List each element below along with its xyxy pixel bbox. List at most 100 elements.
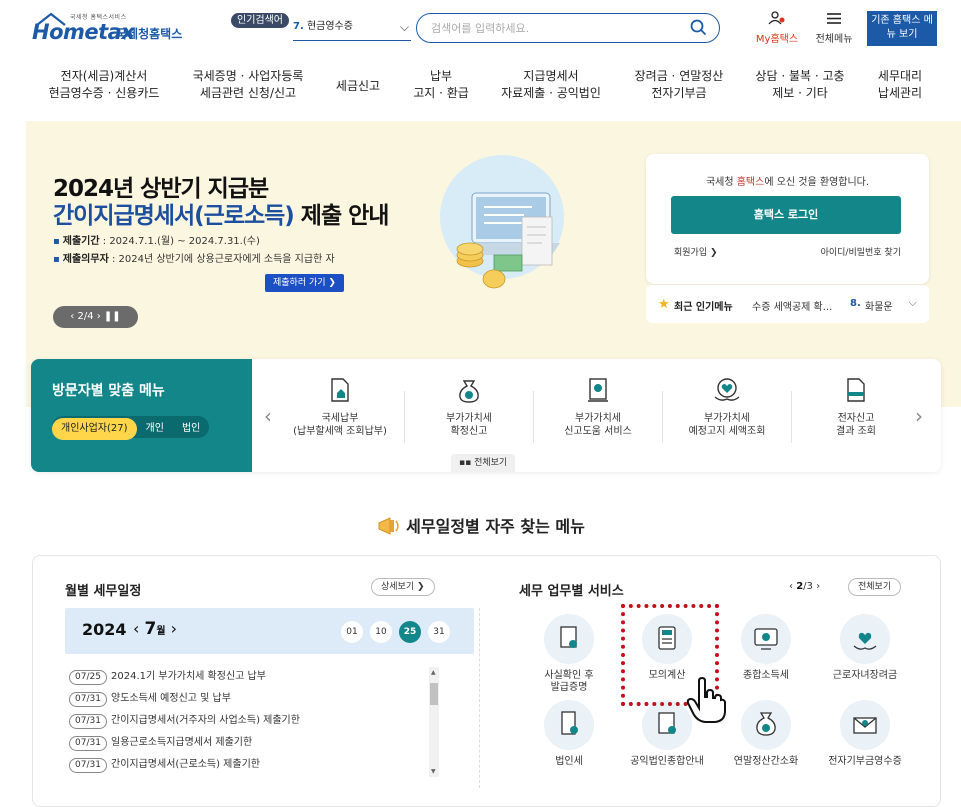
scroll-down-icon[interactable]: ▼ (431, 768, 436, 775)
schedule-text: 일용근로소득지급명세서 제출기한 (111, 737, 253, 748)
megaphone-icon (378, 517, 399, 535)
gnb-incentive[interactable]: 장려금 · 연말정산 전자기부금 (628, 68, 730, 102)
day-chip-active[interactable]: 25 (399, 621, 421, 643)
document-search-icon (544, 614, 594, 664)
gnb-payment-statement[interactable]: 지급명세서 자료제출 · 공익법인 (495, 68, 607, 102)
recent-menu-item[interactable]: 수증 세액공제 확... (752, 298, 832, 313)
service-income-tax[interactable]: 종합소득세 (716, 614, 816, 682)
chevron-left-icon[interactable]: ‹ (264, 404, 272, 428)
detail-view-button[interactable]: 상세보기 ❯ (371, 578, 435, 596)
gnb-line: 상담 · 불복 · 고충 (755, 69, 845, 83)
service-fact-certificate[interactable]: 사실확인 후 발급증명 (519, 614, 619, 694)
visitor-item-vat-final[interactable]: 부가가치세 확정신고 (405, 377, 533, 438)
visitor-item-vat-help[interactable]: 부가가치세 신고도움 서비스 (534, 377, 662, 438)
search-box (416, 13, 720, 43)
service-label: 사실확인 후 발급증명 (544, 670, 594, 693)
find-account-link[interactable]: 아이디/비밀번호 찾기 (821, 245, 901, 258)
gnb-payment[interactable]: 납부 고지 · 환급 (407, 68, 475, 102)
main-navigation: 전자(세금)계산서 현금영수증 · 신용카드 국세증명 · 사업자등록 세금관련… (0, 68, 961, 118)
gnb-certificate[interactable]: 국세증명 · 사업자등록 세금관련 신청/신고 (186, 68, 310, 102)
tab-corporation[interactable]: 법인 (173, 418, 209, 440)
my-hometax-label: My홈택스 (755, 34, 799, 45)
hero-obligor-value: : 2024년 상반기에 상용근로자에게 소득을 지급한 자 (108, 254, 335, 265)
welcome-text: 국세청 (705, 177, 737, 188)
schedule-text: 간이지급명세서(근로소득) 제출기한 (111, 759, 260, 770)
visitor-item-label: 부가가치세 (575, 413, 621, 424)
schedule-item[interactable]: 07/25 2024.1기 부가가치세 확정신고 납부 (69, 667, 429, 689)
day-chip[interactable]: 01 (341, 621, 363, 643)
hero-title-rest: 제출 안내 (293, 203, 390, 229)
scroll-thumb[interactable] (430, 683, 438, 705)
hand-heart-icon (714, 378, 740, 401)
hero-period: ▪ 제출기간 : 2024.7.1.(월) ~ 2024.7.31.(수) (53, 232, 260, 247)
hometax-logo[interactable]: 국세청 홈택스서비스 Hometax 국세청홈택스 (32, 12, 192, 46)
chevron-right-icon[interactable]: › (171, 619, 177, 638)
welcome-text-end: 에 오신 것을 환영합니다. (764, 177, 870, 188)
visitor-item-e-filing-result[interactable]: 전자신고 결과 조회 (792, 377, 920, 438)
popular-search-value: 현금영수증 (306, 21, 353, 32)
chevron-left-icon[interactable]: ‹ (789, 581, 793, 592)
view-all-button[interactable]: ▪▪ 전체보기 (451, 454, 516, 472)
visitor-item-label: 전자신고 (837, 413, 875, 424)
visitor-item-tax-payment[interactable]: 국세납부 (납부할세액 조회납부) (276, 377, 404, 438)
gnb-tax-filing[interactable]: 세금신고 (327, 78, 389, 95)
schedule-item[interactable]: 07/31 간이지급명세서(거주자의 사업소득) 제출기한 (69, 711, 429, 733)
gnb-tax-agent[interactable]: 세무대리 납세관리 (868, 68, 932, 102)
search-input[interactable] (431, 20, 671, 36)
visitor-item-label: 신고도움 서비스 (564, 426, 632, 437)
visitor-item-vat-preliminary[interactable]: 부가가치세 예정고지 세액조회 (663, 377, 791, 438)
service-label: 법인세 (555, 756, 583, 767)
login-welcome: 국세청 홈택스에 오신 것을 환영합니다. (646, 173, 929, 188)
gnb-line: 지급명세서 (523, 69, 579, 83)
all-menu-button[interactable]: 전체메뉴 (812, 10, 856, 45)
service-label: 연말정산간소화 (733, 756, 799, 767)
schedule-item[interactable]: 07/31 양도소득세 예정신고 및 납부 (69, 689, 429, 711)
service-year-end-settlement[interactable]: 연말정산간소화 (716, 700, 816, 768)
building-icon (544, 700, 594, 750)
day-chip[interactable]: 31 (428, 621, 450, 643)
service-donation-receipt[interactable]: 전자기부금영수증 (815, 700, 915, 768)
visitor-menu-side: 방문자별 맞춤 메뉴 개인사업자(27) 개인 법인 (31, 359, 252, 472)
schedule-item[interactable]: 07/31 간이지급명세서(근로소득) 제출기한 (69, 755, 429, 777)
scroll-up-icon[interactable]: ▲ (431, 669, 436, 676)
section-title-text: 세무일정별 자주 찾는 메뉴 (406, 517, 585, 536)
gnb-e-invoice[interactable]: 전자(세금)계산서 현금영수증 · 신용카드 (44, 68, 164, 102)
recent-popular-menu[interactable]: ★ 최근 인기메뉴 수증 세액공제 확... 8. 화물운 ⌵ (646, 285, 929, 323)
gnb-line: 국세증명 · 사업자등록 (192, 69, 304, 83)
panel-divider (479, 608, 480, 788)
calendar-month-unit: 월 (156, 626, 166, 637)
my-hometax-button[interactable]: My홈택스 (752, 10, 802, 45)
hero-period-label: 제출기간 (62, 236, 100, 247)
service-corporate-tax[interactable]: 법인세 (519, 700, 619, 768)
gnb-consulting[interactable]: 상담 · 불복 · 고충 제보 · 기타 (750, 68, 850, 102)
services-title: 세무 업무별 서비스 (519, 584, 624, 599)
banner-pager[interactable]: ‹ 2/4 › ❚❚ (53, 306, 138, 328)
tab-sole-proprietor[interactable]: 개인사업자(27) (52, 418, 137, 440)
visitor-item-label: 예정고지 세액조회 (688, 426, 766, 437)
popular-search-select[interactable]: 7. 현금영수증 ⌵ (293, 15, 411, 41)
submit-button[interactable]: 제출하러 가기 ❯ (265, 274, 344, 292)
services-total: /3 (803, 581, 813, 592)
service-child-incentive[interactable]: 근로자녀장려금 (815, 614, 915, 682)
search-icon[interactable] (690, 19, 707, 36)
hand-heart-icon (840, 614, 890, 664)
gnb-line: 세무대리 (877, 69, 923, 83)
services-view-all-button[interactable]: 전체보기 (848, 578, 902, 596)
chevron-down-icon[interactable]: ⌵ (909, 296, 917, 310)
visitor-menu: 방문자별 맞춤 메뉴 개인사업자(27) 개인 법인 ‹ › 국세납부 (납부할세액… (31, 359, 941, 472)
schedule-date: 07/31 (69, 758, 107, 773)
schedule-scrollbar[interactable]: ▲ ▼ (429, 667, 439, 777)
welcome-highlight: 홈택스 (736, 177, 765, 188)
schedule-item[interactable]: 07/31 일용근로소득지급명세서 제출기한 (69, 733, 429, 755)
tab-individual[interactable]: 개인 (137, 418, 173, 440)
login-button[interactable]: 홈택스 로그인 (671, 196, 901, 234)
chevron-left-icon[interactable]: ‹ (133, 619, 139, 638)
recent-menu-item[interactable]: 화물운 (865, 298, 893, 313)
service-label: 근로자녀장려금 (832, 670, 898, 681)
calendar-header: 2024 ‹ 7월 › 01 10 25 31 (65, 608, 474, 654)
old-menu-button[interactable]: 기존 홈택스 메뉴 보기 (867, 11, 937, 46)
day-chip[interactable]: 10 (370, 621, 392, 643)
schedule-text: 2024.1기 부가가치세 확정신고 납부 (111, 671, 266, 682)
signup-link[interactable]: 회원가입 ❯ (674, 245, 718, 258)
chevron-right-icon[interactable]: › (816, 581, 820, 592)
